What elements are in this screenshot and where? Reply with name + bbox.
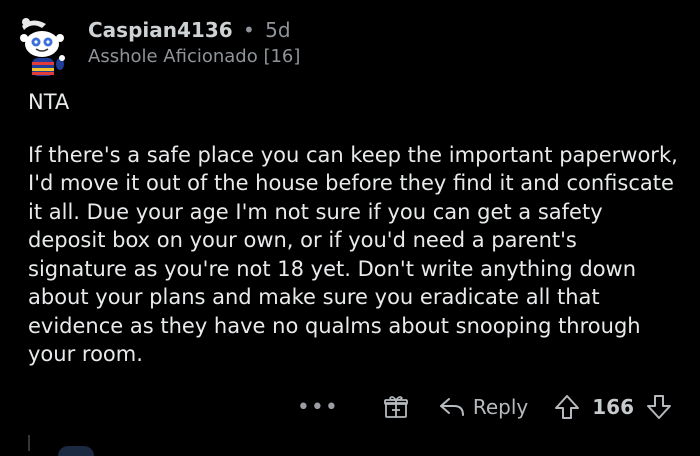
username[interactable]: Caspian4136	[88, 18, 233, 42]
downvote-arrow-icon[interactable]	[646, 394, 672, 420]
comment: Caspian4136 • 5d Asshole Aficionado [16]…	[0, 0, 700, 456]
snoo-avatar-icon	[20, 18, 65, 76]
next-comment-avatar	[58, 446, 94, 456]
comment-verdict: NTA	[28, 90, 70, 114]
upvote-arrow-icon[interactable]	[554, 394, 580, 420]
reply-label: Reply	[472, 395, 529, 419]
separator-dot: •	[243, 18, 255, 42]
comment-text: If there's a safe place you can keep the…	[28, 142, 678, 367]
user-avatar[interactable]	[16, 14, 76, 80]
comment-actions: ••• Reply 166	[297, 392, 672, 422]
reply-arrow-icon	[439, 398, 464, 416]
reply-button[interactable]: Reply	[439, 395, 528, 419]
user-line: Caspian4136 • 5d	[88, 17, 300, 43]
vote-controls: 166	[554, 394, 672, 420]
vote-score: 166	[592, 395, 634, 419]
comment-age: 5d	[265, 18, 291, 42]
thread-line[interactable]	[28, 435, 30, 451]
award-button[interactable]	[383, 394, 409, 420]
more-options-button[interactable]: •••	[297, 395, 339, 420]
comment-body: NTA If there's a safe place you can keep…	[28, 88, 678, 369]
gift-award-icon	[383, 396, 408, 418]
user-flair: Asshole Aficionado [16]	[88, 46, 301, 67]
comment-header: Caspian4136 • 5d Asshole Aficionado [16]	[88, 17, 300, 69]
